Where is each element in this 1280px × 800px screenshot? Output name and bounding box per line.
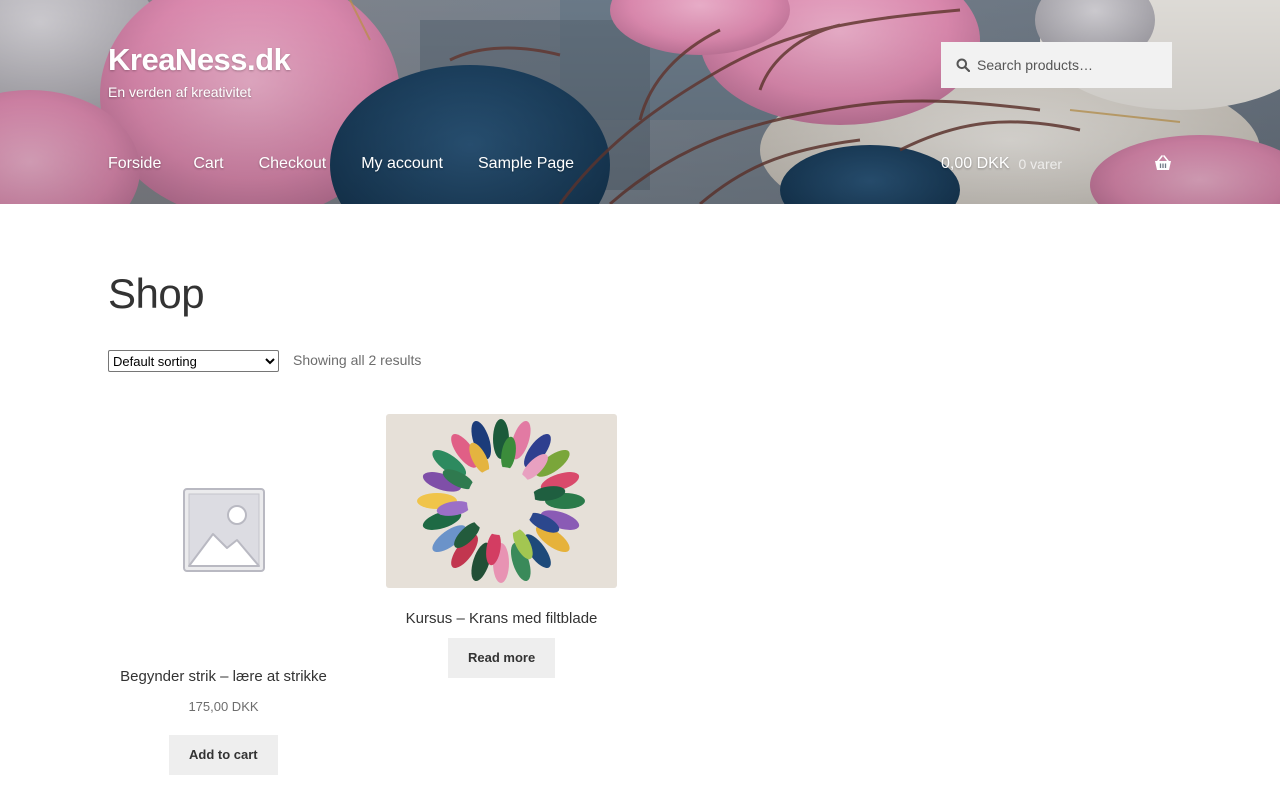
basket-icon xyxy=(1155,155,1171,170)
product-image-link[interactable] xyxy=(386,414,617,588)
cart-item-count: 0 varer xyxy=(1018,156,1063,172)
placeholder-image-icon xyxy=(182,487,265,572)
product-card: Kursus – Krans med filtblade Read more xyxy=(386,414,617,678)
site-tagline: En verden af kreativitet xyxy=(108,84,252,100)
search-input[interactable] xyxy=(977,42,1167,88)
site-title-link[interactable]: KreaNess.dk xyxy=(108,42,291,78)
cart-amount: 0,00 DKK xyxy=(941,155,1010,172)
felt-leaf-wreath-photo xyxy=(386,414,617,588)
nav-item-sample-page[interactable]: Sample Page xyxy=(478,155,574,173)
product-search-form xyxy=(941,42,1172,88)
product-image-link[interactable] xyxy=(108,414,339,645)
search-icon xyxy=(956,58,970,72)
product-card: Begynder strik – lære at strikke 175,00 … xyxy=(108,414,339,775)
sort-order-select[interactable]: Default sorting xyxy=(108,350,279,372)
page-title: Shop xyxy=(108,270,205,317)
add-to-cart-button[interactable]: Add to cart xyxy=(169,735,278,775)
nav-item-checkout[interactable]: Checkout xyxy=(259,155,327,173)
read-more-button[interactable]: Read more xyxy=(448,638,556,678)
site-header: KreaNess.dk En verden af kreativitet For… xyxy=(0,0,1280,204)
result-count: Showing all 2 results xyxy=(293,352,422,368)
mini-cart-link[interactable]: 0,00 DKK 0 varer xyxy=(941,152,1172,176)
product-title-link[interactable]: Kursus – Krans med filtblade xyxy=(386,610,617,627)
nav-item-my-account[interactable]: My account xyxy=(361,155,443,173)
primary-navigation: Forside Cart Checkout My account Sample … xyxy=(108,152,606,176)
nav-item-forside[interactable]: Forside xyxy=(108,155,161,173)
product-title-link[interactable]: Begynder strik – lære at strikke xyxy=(108,668,339,685)
nav-item-cart[interactable]: Cart xyxy=(193,155,223,173)
product-price: 175,00 DKK xyxy=(188,699,259,714)
